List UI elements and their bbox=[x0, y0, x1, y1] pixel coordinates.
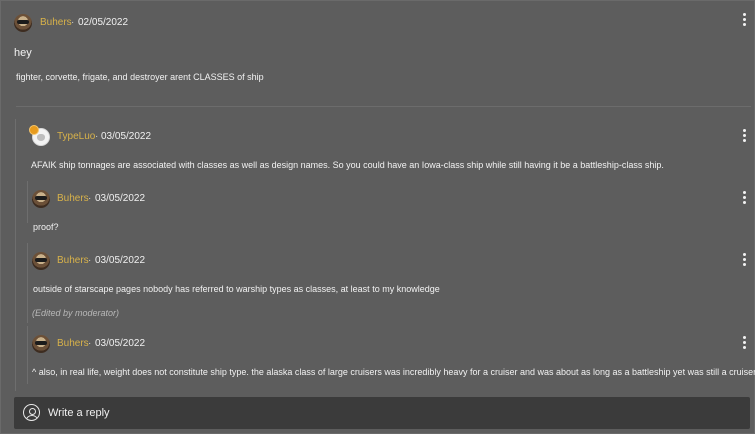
reply-body: proof? bbox=[33, 222, 59, 232]
separator-dot: · bbox=[95, 131, 99, 142]
reply-date: 03/05/2022 bbox=[95, 338, 146, 349]
separator-dot: · bbox=[88, 193, 92, 204]
avatar[interactable] bbox=[14, 14, 32, 32]
username[interactable]: Buhers bbox=[57, 193, 89, 204]
username[interactable]: TypeLuo bbox=[57, 131, 95, 142]
username[interactable]: Buhers bbox=[57, 255, 89, 266]
reply-body: ^ also, in real life, weight does not co… bbox=[32, 367, 755, 377]
avatar[interactable] bbox=[32, 252, 50, 270]
more-options-icon[interactable] bbox=[743, 336, 747, 350]
post-date: 02/05/2022 bbox=[78, 17, 129, 28]
reply-placeholder[interactable]: Write a reply bbox=[48, 407, 110, 419]
avatar[interactable] bbox=[32, 335, 50, 353]
reply-body: AFAIK ship tonnages are associated with … bbox=[31, 160, 664, 170]
username[interactable]: Buhers bbox=[40, 17, 72, 28]
post-title: hey bbox=[14, 47, 32, 59]
thread-line bbox=[15, 119, 16, 391]
post-body: fighter, corvette, frigate, and destroye… bbox=[16, 72, 264, 82]
reply-line bbox=[27, 181, 28, 223]
reply-date: 03/05/2022 bbox=[95, 255, 146, 266]
badge-icon bbox=[29, 125, 39, 135]
reply-line bbox=[27, 326, 28, 384]
more-options-icon[interactable] bbox=[743, 253, 747, 267]
edited-note: (Edited by moderator) bbox=[32, 308, 120, 318]
reply-date: 03/05/2022 bbox=[95, 193, 146, 204]
separator-dot: · bbox=[71, 17, 75, 28]
separator-dot: · bbox=[88, 338, 92, 349]
divider bbox=[16, 106, 751, 107]
reply-body: outside of starscape pages nobody has re… bbox=[33, 284, 440, 294]
avatar[interactable] bbox=[32, 190, 50, 208]
reply-date: 03/05/2022 bbox=[101, 131, 152, 142]
username[interactable]: Buhers bbox=[57, 338, 89, 349]
more-options-icon[interactable] bbox=[743, 191, 747, 205]
user-circle-icon bbox=[23, 404, 40, 421]
more-options-icon[interactable] bbox=[743, 129, 747, 143]
more-options-icon[interactable] bbox=[743, 13, 747, 27]
reply-line bbox=[27, 243, 28, 323]
comment-thread: Buhers · 02/05/2022 hey fighter, corvett… bbox=[0, 0, 755, 434]
separator-dot: · bbox=[88, 255, 92, 266]
reply-input[interactable]: Write a reply bbox=[14, 397, 750, 429]
